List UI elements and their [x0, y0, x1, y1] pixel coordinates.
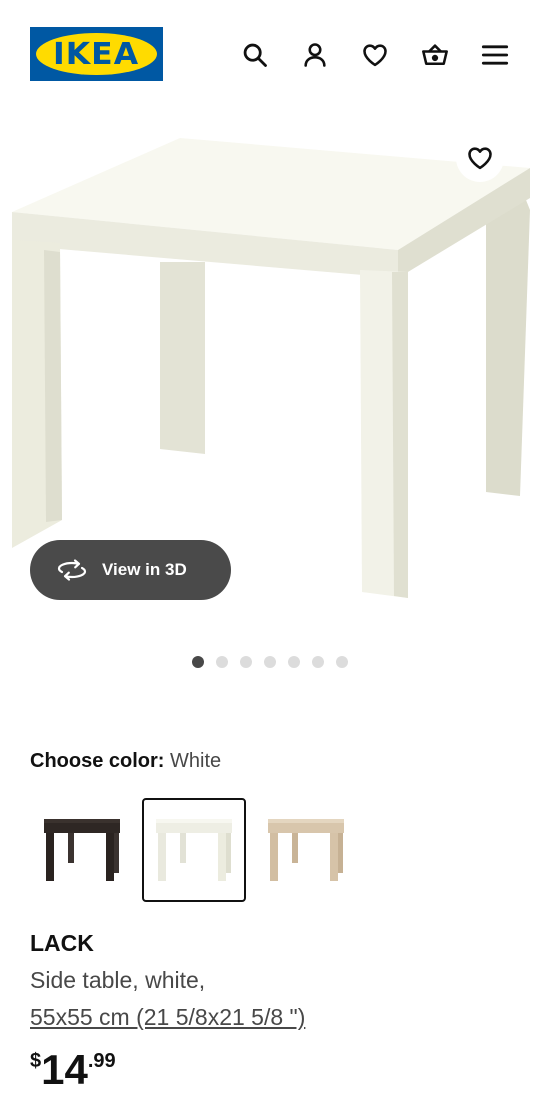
carousel-dot[interactable] — [240, 656, 252, 668]
color-chooser-heading: Choose color: White — [30, 750, 221, 773]
logo-oval: IKEA — [36, 33, 157, 75]
logo-text: IKEA — [53, 36, 140, 72]
menu-icon[interactable] — [479, 39, 511, 71]
carousel-dot[interactable] — [288, 656, 300, 668]
carousel-dot[interactable] — [312, 656, 324, 668]
color-chooser-label: Choose color: — [30, 750, 165, 772]
price-currency: $ — [30, 1050, 42, 1072]
carousel-dot[interactable] — [336, 656, 348, 668]
view-in-3d-label: View in 3D — [102, 560, 187, 579]
account-icon[interactable] — [299, 39, 331, 71]
price-decimal: .99 — [87, 1050, 116, 1072]
favorites-icon[interactable] — [359, 39, 391, 71]
ikea-logo[interactable]: IKEA — [30, 27, 163, 81]
color-option-white[interactable] — [142, 798, 246, 902]
carousel-dots — [0, 656, 540, 668]
product-name: LACK — [30, 930, 94, 956]
color-option-black-brown[interactable] — [30, 798, 134, 902]
add-to-favorites-button[interactable] — [456, 134, 504, 182]
price-integer: 14 — [41, 1046, 88, 1093]
view-in-3d-button[interactable]: View in 3D — [30, 540, 231, 600]
swatch-thumbnail — [44, 819, 120, 881]
color-swatches — [30, 798, 358, 902]
carousel-dot[interactable] — [264, 656, 276, 668]
swatch-thumbnail — [268, 819, 344, 881]
color-option-white-stained-oak[interactable] — [254, 798, 358, 902]
cart-icon[interactable] — [419, 39, 451, 71]
swatch-thumbnail — [156, 819, 232, 881]
product-description: Side table, white, — [30, 967, 206, 993]
carousel-dot[interactable] — [192, 656, 204, 668]
product-price: $ 14 .99 — [30, 1046, 116, 1094]
product-size-link[interactable]: 55x55 cm (21 5/8x21 5/8 ") — [30, 1004, 305, 1031]
rotate-3d-icon — [57, 559, 87, 581]
site-header: IKEA — [0, 0, 540, 110]
heart-icon — [468, 147, 492, 170]
carousel-dot[interactable] — [216, 656, 228, 668]
selected-color-value: White — [170, 750, 222, 772]
search-icon[interactable] — [239, 39, 271, 71]
